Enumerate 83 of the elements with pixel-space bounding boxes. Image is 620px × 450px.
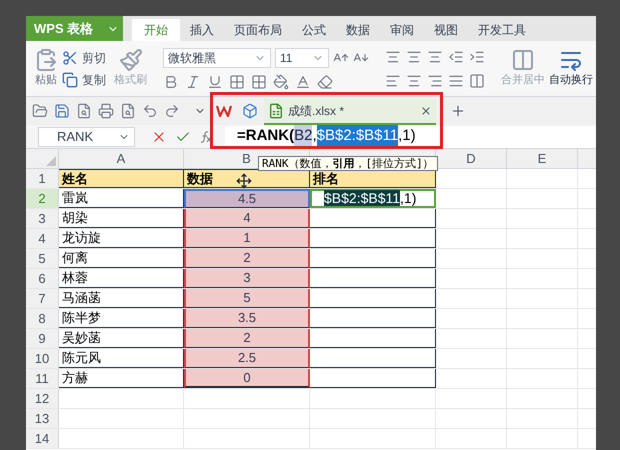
table-cell-text: 雷岚 (62, 189, 88, 208)
formula-input[interactable]: =RANK(B2,$B$2:$B$11,1) (225, 126, 596, 148)
font-name-field[interactable]: 微软雅黑 (163, 48, 271, 68)
file-tab-title: 成绩.xlsx * (288, 103, 344, 120)
wps-logo-icon[interactable] (216, 105, 232, 117)
name-box[interactable]: RANK (38, 126, 135, 146)
table-cell-text: 陈元风 (62, 349, 101, 368)
cut-button[interactable]: 剪切 (62, 48, 106, 66)
column-header[interactable]: A (59, 149, 184, 168)
corner-triangle-icon (46, 156, 56, 166)
row-header[interactable]: 12 (26, 389, 59, 408)
font-color-icon[interactable] (295, 74, 311, 90)
new-tab-icon[interactable] (450, 103, 466, 119)
cell-value: 3.5 (238, 309, 256, 328)
cell-value: 2 (243, 249, 251, 268)
column-title: 数据 (187, 170, 213, 188)
cell-value: 4 (243, 209, 251, 228)
table-cell-text: 陈半梦 (62, 309, 101, 328)
row-header[interactable]: 2 (26, 189, 59, 208)
merge-cells-icon (511, 48, 535, 72)
row-header[interactable]: 7 (26, 289, 59, 308)
table-cell-text: 胡染 (62, 209, 88, 228)
row-header[interactable]: 13 (26, 409, 59, 428)
borders-icon[interactable] (229, 74, 245, 90)
row-header[interactable]: 4 (26, 229, 59, 248)
row-header[interactable]: 8 (26, 309, 59, 328)
redo-icon[interactable] (164, 103, 180, 119)
row-header[interactable]: 3 (26, 209, 59, 228)
row-header[interactable]: 5 (26, 249, 59, 268)
function-icon[interactable] (199, 130, 213, 144)
column-title: 姓名 (62, 170, 88, 188)
function-tooltip: RANK（数值，引用，[排位方式]） (258, 156, 438, 171)
wrap-text-button[interactable]: 自动换行 (549, 48, 593, 89)
table-cell-text: 马涵菡 (62, 289, 101, 308)
clear-icon[interactable] (317, 74, 333, 90)
cell-value: 2 (243, 329, 251, 348)
italic-icon[interactable] (185, 74, 201, 90)
ribbon-tab[interactable]: 审阅 (380, 19, 424, 41)
preview-icon[interactable] (120, 103, 136, 119)
ribbon-tab[interactable]: 页面布局 (224, 19, 292, 41)
table-cell-text: 林蓉 (62, 269, 88, 288)
table-cell-text: 龙访旋 (62, 229, 101, 248)
underline-icon[interactable] (207, 74, 223, 90)
clipboard-icon (34, 48, 58, 72)
scissors-icon (62, 50, 78, 66)
cube-icon[interactable] (242, 103, 258, 119)
row-header[interactable]: 14 (26, 429, 59, 448)
column-title: 排名 (313, 170, 339, 188)
cell-value: 3 (243, 269, 251, 288)
copy-button[interactable]: 复制 (62, 70, 106, 88)
copy-icon (62, 72, 78, 88)
row-header[interactable]: 10 (26, 349, 59, 368)
table-cell-text: 吴妙菡 (62, 329, 101, 348)
ribbon-tab[interactable]: 数据 (336, 19, 380, 41)
save-icon[interactable] (54, 103, 70, 119)
cell-value: 0 (243, 368, 251, 387)
cell-value: 5 (243, 289, 251, 308)
paste-button[interactable]: 粘贴 (34, 48, 58, 89)
file-tab[interactable]: 成绩.xlsx * (264, 99, 436, 125)
table-cell-text: 何离 (62, 249, 88, 268)
column-header[interactable]: E (507, 149, 578, 168)
spreadsheet-file-icon (268, 103, 284, 119)
cell-value: 1 (243, 229, 251, 248)
close-icon[interactable] (420, 105, 432, 117)
ribbon-tab[interactable]: 插入 (180, 19, 224, 41)
ribbon-tab[interactable]: 开始 (132, 19, 180, 41)
cell-value: 2.5 (238, 349, 256, 368)
row-header[interactable]: 6 (26, 269, 59, 288)
row-header[interactable]: 1 (26, 169, 59, 188)
file-search-icon[interactable] (76, 103, 92, 119)
undo-icon[interactable] (142, 103, 158, 119)
ribbon-tab[interactable]: 开发工具 (468, 19, 536, 41)
paintbrush-icon (118, 48, 142, 72)
font-size-field[interactable]: 11 (275, 48, 329, 68)
printer-icon[interactable] (98, 103, 114, 119)
row-header[interactable]: 11 (26, 369, 59, 388)
row-header[interactable]: 9 (26, 329, 59, 348)
cell-value: 4.5 (238, 190, 256, 208)
ribbon-tab[interactable]: 视图 (424, 19, 468, 41)
table-cell-text: 方赫 (62, 369, 88, 388)
fill-bucket-icon[interactable] (273, 74, 289, 90)
ribbon-tab[interactable]: 公式 (292, 19, 336, 41)
folder-icon[interactable] (32, 103, 48, 119)
